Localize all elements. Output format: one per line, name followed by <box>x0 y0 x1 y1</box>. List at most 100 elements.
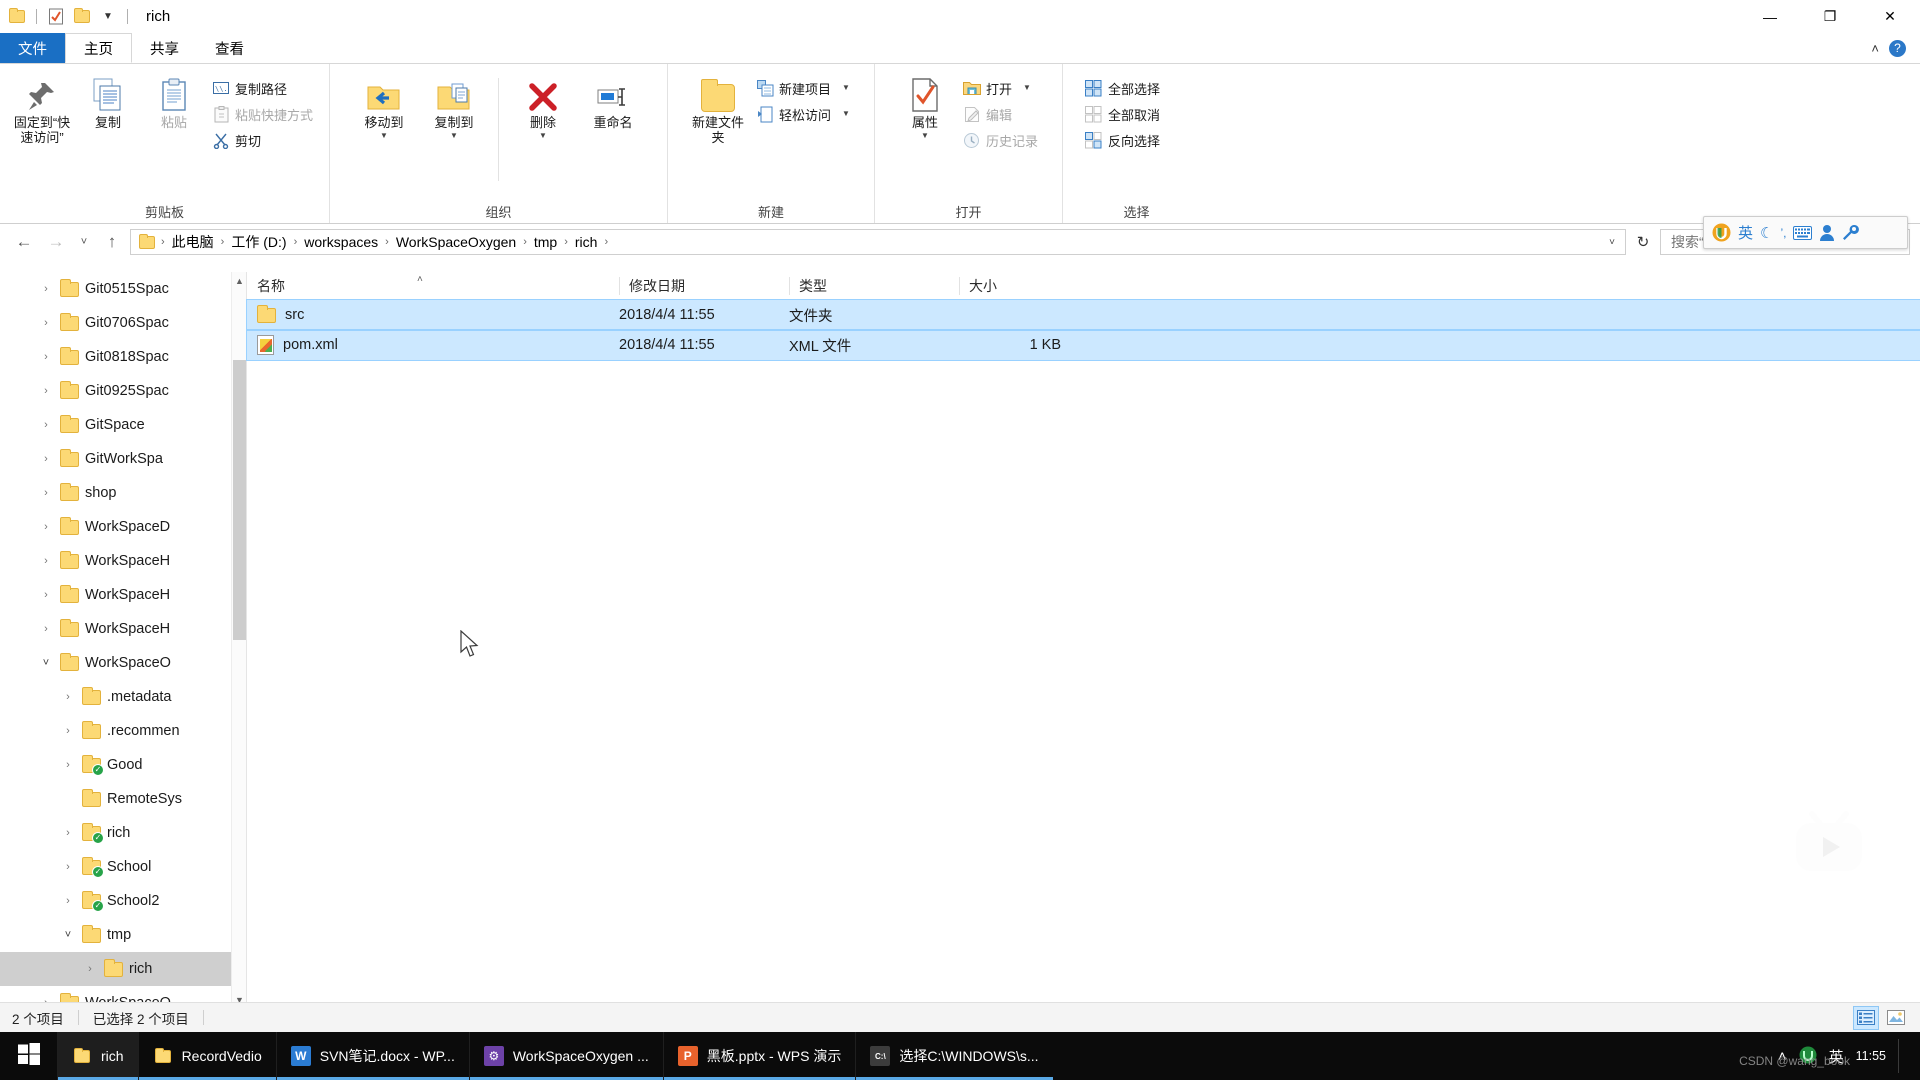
breadcrumb-item-workspaceoxygen[interactable]: WorkSpaceOxygen <box>391 232 521 252</box>
chevron-right-icon[interactable]: › <box>38 385 54 397</box>
chevron-right-icon[interactable]: › <box>60 895 76 907</box>
chevron-down-icon[interactable]: ▼ <box>842 110 850 118</box>
chevron-right-icon[interactable]: › <box>38 555 54 567</box>
breadcrumb-separator[interactable]: › <box>521 236 529 248</box>
chevron-right-icon[interactable]: › <box>38 283 54 295</box>
tree-item[interactable]: › WorkSpaceH <box>0 578 246 612</box>
select-all-button[interactable]: 全部选择 <box>1081 76 1166 100</box>
navigation-pane[interactable]: › Git0515Spac › Git0706Spac › Git0818Spac › Git… <box>0 272 247 1008</box>
breadcrumb-item-work-d[interactable]: 工作 (D:) <box>226 230 291 254</box>
tree-item[interactable]: › .metadata <box>0 680 246 714</box>
qat-customize-caret-icon[interactable]: ▼ <box>97 6 119 28</box>
tree-item[interactable]: › WorkSpaceH <box>0 544 246 578</box>
tray-clock[interactable]: 11:55 <box>1856 1049 1886 1064</box>
chevron-right-icon[interactable]: › <box>38 351 54 363</box>
select-none-button[interactable]: 全部取消 <box>1081 102 1166 126</box>
chevron-down-icon[interactable]: ▼ <box>380 132 388 140</box>
pin-to-quick-access-button[interactable]: 固定到“快速访问” <box>10 70 74 145</box>
paste-button[interactable]: 粘贴 <box>142 70 206 130</box>
chevron-right-icon[interactable]: › <box>38 623 54 635</box>
user-icon[interactable] <box>1819 224 1835 241</box>
ime-language-bar[interactable]: 英 ☾ ’, <box>1703 216 1908 249</box>
cut-button[interactable]: 剪切 <box>208 128 319 152</box>
wrench-icon[interactable] <box>1842 224 1860 241</box>
tree-item[interactable]: › Git0925Spac <box>0 374 246 408</box>
chevron-down-icon[interactable]: ▼ <box>539 132 547 140</box>
up-button[interactable]: ↑ <box>98 228 126 256</box>
chevron-down-icon[interactable]: ▼ <box>1023 84 1031 92</box>
chevron-down-icon[interactable]: ▼ <box>921 132 929 140</box>
chevron-down-icon[interactable]: ▼ <box>450 132 458 140</box>
invert-selection-button[interactable]: 反向选择 <box>1081 128 1166 152</box>
tree-item[interactable]: › ✓ School2 <box>0 884 246 918</box>
paste-shortcut-button[interactable]: 粘贴快捷方式 <box>208 102 319 126</box>
breadcrumb-separator[interactable]: › <box>602 236 610 248</box>
punctuation-icon[interactable]: ’, <box>1780 226 1786 240</box>
taskbar-item[interactable]: rich <box>57 1032 138 1080</box>
tree-item[interactable]: › WorkSpaceH <box>0 612 246 646</box>
forward-button[interactable]: → <box>42 228 70 256</box>
breadcrumb-item-this-pc[interactable]: 此电脑 <box>167 230 219 254</box>
scroll-up-arrow-icon[interactable]: ▲ <box>232 272 246 289</box>
chevron-right-icon[interactable]: › <box>60 759 76 771</box>
new-item-button[interactable]: 新建项目 ▼ <box>752 76 856 100</box>
taskbar-item[interactable]: W SVN笔记.docx - WP... <box>275 1032 469 1080</box>
tree-item[interactable]: › Git0515Spac <box>0 272 246 306</box>
tree-item[interactable]: RemoteSys <box>0 782 246 816</box>
breadcrumb-separator[interactable]: › <box>159 236 167 248</box>
move-to-button[interactable]: 移动到 ▼ <box>352 70 416 140</box>
chevron-right-icon[interactable]: › <box>38 521 54 533</box>
chevron-down-icon[interactable]: ˅ <box>38 657 54 669</box>
tree-item[interactable]: › shop <box>0 476 246 510</box>
tree-item[interactable]: › ✓ School <box>0 850 246 884</box>
file-row[interactable]: pom.xml 2018/4/4 11:55 XML 文件 1 KB <box>246 329 1920 361</box>
minimize-button[interactable]: — <box>1740 0 1800 33</box>
chevron-right-icon[interactable]: › <box>60 725 76 737</box>
close-button[interactable]: ✕ <box>1860 0 1920 33</box>
scrollbar-thumb[interactable] <box>233 360 246 640</box>
recent-locations-button[interactable]: ˅ <box>74 228 94 256</box>
rename-button[interactable]: 重命名 <box>581 70 645 130</box>
tab-view[interactable]: 查看 <box>197 33 262 63</box>
breadcrumb-separator[interactable]: › <box>562 236 570 248</box>
qat-folder-icon[interactable] <box>6 6 28 28</box>
nav-pane-scrollbar[interactable]: ▲ ▼ <box>231 272 246 1008</box>
column-header-type[interactable]: 类型 <box>789 272 959 300</box>
tab-home[interactable]: 主页 <box>65 33 132 63</box>
tree-item[interactable]: › Git0818Spac <box>0 340 246 374</box>
tree-item[interactable]: › ✓ Good <box>0 748 246 782</box>
breadcrumb-dropdown-icon[interactable]: ˅ <box>1603 237 1621 248</box>
chevron-right-icon[interactable]: › <box>38 419 54 431</box>
ime-mode-label[interactable]: 英 <box>1738 222 1753 243</box>
taskbar-item[interactable]: RecordVedio <box>137 1032 276 1080</box>
maximize-button[interactable]: ❐ <box>1800 0 1860 33</box>
taskbar-item[interactable]: P 黑板.pptx - WPS 演示 <box>662 1032 856 1080</box>
file-list[interactable]: src 2018/4/4 11:55 文件夹 pom.xml 2018/4/4 11:5… <box>246 299 1920 1008</box>
column-header-name[interactable]: 名称 ˄ <box>247 272 619 300</box>
tree-item[interactable]: ˅ WorkSpaceO <box>0 646 246 680</box>
breadcrumb-separator[interactable]: › <box>219 236 227 248</box>
help-icon[interactable]: ? <box>1889 39 1906 57</box>
keyboard-icon[interactable] <box>1793 225 1813 240</box>
history-button[interactable]: 历史记录 <box>959 128 1044 152</box>
chevron-down-icon[interactable]: ˅ <box>60 929 76 941</box>
chevron-right-icon[interactable]: › <box>60 691 76 703</box>
tree-item[interactable]: › WorkSpaceD <box>0 510 246 544</box>
tree-item[interactable]: › GitSpace <box>0 408 246 442</box>
chevron-right-icon[interactable]: › <box>38 453 54 465</box>
chevron-right-icon[interactable]: › <box>60 861 76 873</box>
properties-button[interactable]: 属性 ▼ <box>893 70 957 140</box>
breadcrumb[interactable]: › 此电脑 › 工作 (D:) › workspaces › WorkSpace… <box>130 229 1626 255</box>
tab-share[interactable]: 共享 <box>132 33 197 63</box>
chevron-right-icon[interactable]: › <box>38 317 54 329</box>
column-header-date[interactable]: 修改日期 <box>619 272 789 300</box>
breadcrumb-item-rich[interactable]: rich <box>570 232 603 252</box>
taskbar-item[interactable]: C:\ 选择C:\WINDOWS\s... <box>855 1032 1053 1080</box>
collapse-ribbon-icon[interactable]: ˄ <box>1871 41 1879 56</box>
sogou-logo-icon[interactable] <box>1712 223 1731 242</box>
breadcrumb-separator[interactable]: › <box>383 236 391 248</box>
column-header-size[interactable]: 大小 <box>959 272 1069 300</box>
tree-item[interactable]: › Git0706Spac <box>0 306 246 340</box>
large-icons-view-icon[interactable] <box>1884 1007 1908 1029</box>
tab-file[interactable]: 文件 <box>0 33 65 63</box>
